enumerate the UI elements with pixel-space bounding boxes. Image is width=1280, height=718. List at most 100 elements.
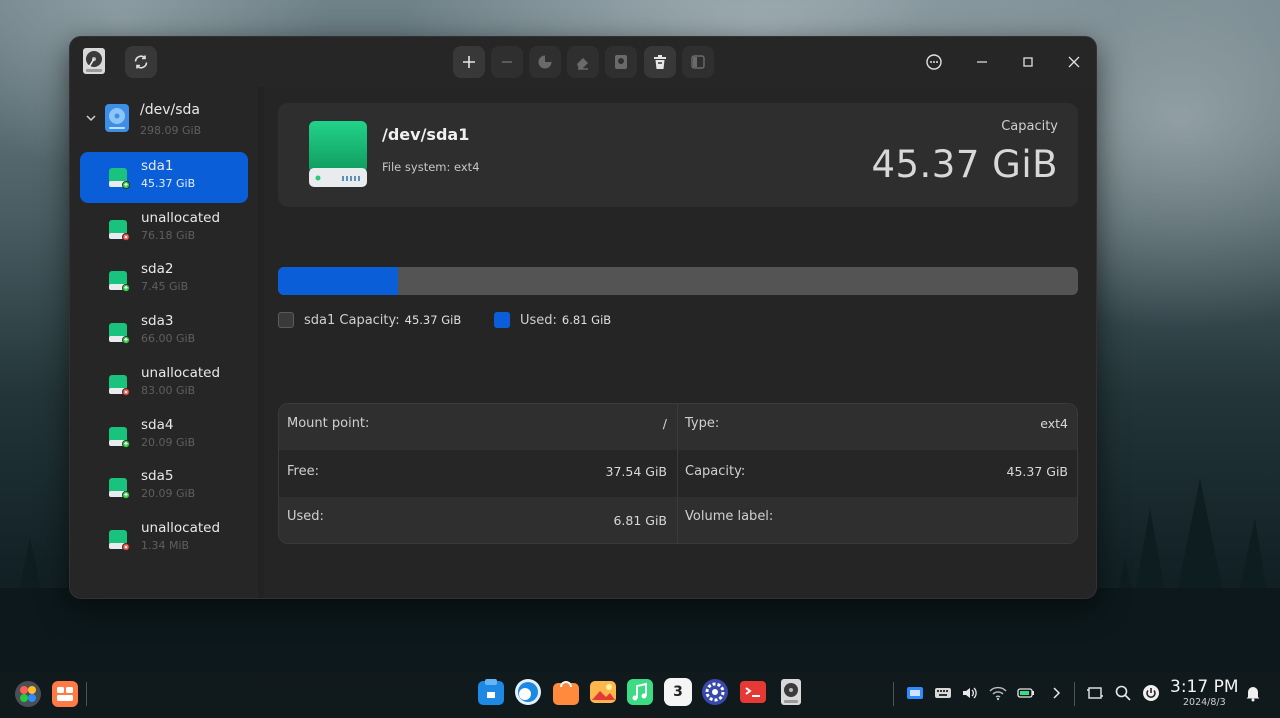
partition-item-sda2[interactable]: sda2 7.45 GiB — [80, 255, 248, 306]
capacity-value: 45.37 GiB — [871, 143, 1058, 186]
refresh-button[interactable] — [125, 46, 157, 78]
free-label: Free: — [287, 464, 319, 479]
calendar-icon[interactable]: 3 — [664, 678, 692, 706]
refresh-icon — [134, 55, 148, 69]
partition-item-unallocated[interactable]: unallocated 83.00 GiB — [80, 359, 248, 410]
chevron-right-icon[interactable] — [1047, 684, 1065, 702]
filesystem-label: File system: ext4 — [382, 160, 480, 174]
partition-details: /dev/sda1 File system: ext4 Capacity 45.… — [264, 87, 1096, 598]
type-value: ext4 — [1040, 416, 1068, 431]
usage-bar — [278, 267, 1078, 295]
free-value: 37.54 GiB — [605, 464, 668, 479]
table-row: Mount point: / Type: ext4 — [279, 404, 1077, 450]
table-divider — [677, 404, 678, 543]
partition-name: unallocated — [141, 519, 221, 536]
partition-item-unallocated[interactable]: unallocated 76.18 GiB — [80, 204, 248, 255]
browser-icon[interactable] — [514, 678, 542, 706]
multitask-icon[interactable] — [51, 680, 79, 708]
partition-name: unallocated — [141, 209, 221, 226]
type-label: Type: — [685, 416, 720, 431]
partition-size: 66.00 GiB — [141, 332, 196, 346]
partition-size: 83.00 GiB — [141, 383, 196, 397]
screenshot-icon[interactable] — [906, 684, 924, 702]
partition-name: sda2 — [141, 261, 174, 278]
disk-name: /dev/sda — [140, 102, 200, 118]
partition-drive-icon — [109, 168, 130, 189]
table-row: Used: 6.81 GiB Volume label: — [279, 497, 1077, 543]
partition-drive-icon — [109, 529, 130, 551]
partition-name: sda3 — [141, 313, 174, 330]
wifi-icon[interactable] — [989, 684, 1007, 702]
minimize-button[interactable] — [970, 50, 994, 74]
terminal-icon[interactable] — [739, 678, 767, 706]
mount-point-value: / — [662, 416, 667, 431]
mount-point-label: Mount point: — [287, 416, 370, 431]
volume-icon[interactable] — [961, 684, 979, 702]
partition-header: /dev/sda1 File system: ext4 Capacity 45.… — [278, 103, 1078, 207]
partition-item-sda5[interactable]: sda5 20.09 GiB — [80, 462, 248, 513]
partition-size: 7.45 GiB — [141, 280, 189, 294]
maximize-button[interactable] — [1016, 50, 1040, 74]
used-value: 6.81 GiB — [613, 513, 667, 528]
partition-name: sda4 — [141, 416, 174, 433]
partition-name: sda5 — [141, 468, 174, 485]
app-store-icon[interactable] — [477, 678, 505, 706]
partition-size: 20.09 GiB — [141, 487, 196, 501]
eraser-icon — [577, 58, 588, 70]
create-partition-button[interactable] — [453, 46, 485, 78]
deepin-store-icon[interactable] — [552, 678, 580, 706]
partition-drive-icon — [109, 426, 130, 448]
image-viewer-icon[interactable] — [589, 678, 617, 706]
unmount-button[interactable] — [644, 46, 676, 78]
menu-button[interactable] — [922, 50, 946, 74]
partition-name: unallocated — [141, 364, 221, 381]
keyboard-icon[interactable] — [934, 684, 952, 702]
music-icon[interactable] — [626, 678, 654, 706]
used-label: Used: — [287, 509, 324, 524]
notification-bell-icon[interactable] — [1244, 684, 1262, 702]
close-icon — [1068, 56, 1080, 68]
settings-icon[interactable] — [701, 678, 729, 706]
chevron-down-icon[interactable] — [84, 111, 98, 125]
partition-item-unallocated[interactable]: unallocated 1.34 MiB — [80, 514, 248, 565]
mount-button[interactable] — [605, 46, 637, 78]
clock-time[interactable]: 3:17 PM — [1170, 677, 1239, 697]
partition-drive-icon — [109, 219, 130, 241]
wipe-button[interactable] — [567, 46, 599, 78]
harddisk-icon — [83, 48, 105, 74]
power-icon[interactable] — [1142, 684, 1160, 702]
partition-item-sda3[interactable]: sda3 66.00 GiB — [80, 307, 248, 358]
close-button[interactable] — [1062, 50, 1086, 74]
used-swatch — [494, 312, 510, 328]
plus-icon — [463, 56, 475, 68]
taskbar-separator — [86, 682, 87, 706]
workspace-icon[interactable] — [1086, 684, 1104, 702]
disk-item[interactable]: /dev/sda 298.09 GiB — [80, 99, 250, 143]
partition-item-sda1[interactable]: sda1 45.37 GiB — [80, 152, 248, 203]
search-icon[interactable] — [1114, 684, 1132, 702]
disk-size: 298.09 GiB — [140, 124, 202, 137]
battery-icon[interactable] — [1017, 684, 1035, 702]
taskbar-separator — [1074, 682, 1075, 706]
partition-item-sda4[interactable]: sda4 20.09 GiB — [80, 411, 248, 462]
partition-size: 20.09 GiB — [141, 435, 196, 449]
titlebar — [70, 37, 1096, 87]
used-legend: Used: 6.81 GiB — [494, 312, 611, 328]
capacity-row-label: Capacity: — [685, 464, 746, 479]
calendar-day: 3 — [673, 684, 683, 700]
usage-bar-fill — [278, 267, 398, 295]
partition-drive-icon — [109, 271, 130, 293]
capacity-legend-label: sda1 Capacity: — [304, 312, 400, 328]
launcher-icon[interactable] — [14, 680, 42, 708]
used-legend-label: Used: — [520, 312, 557, 328]
panel-button[interactable] — [682, 46, 714, 78]
capacity-label: Capacity — [1001, 119, 1058, 134]
delete-partition-button[interactable] — [491, 46, 523, 78]
capacity-legend-value: 45.37 GiB — [404, 313, 462, 327]
minimize-icon — [977, 61, 987, 63]
partition-drive-icon — [109, 478, 130, 500]
disk-utility-icon[interactable] — [777, 678, 805, 706]
disk-utility-window: /dev/sda 298.09 GiB sda1 45.37 GiB unalloc… — [69, 36, 1097, 599]
pie-icon — [538, 55, 552, 69]
resize-button[interactable] — [529, 46, 561, 78]
